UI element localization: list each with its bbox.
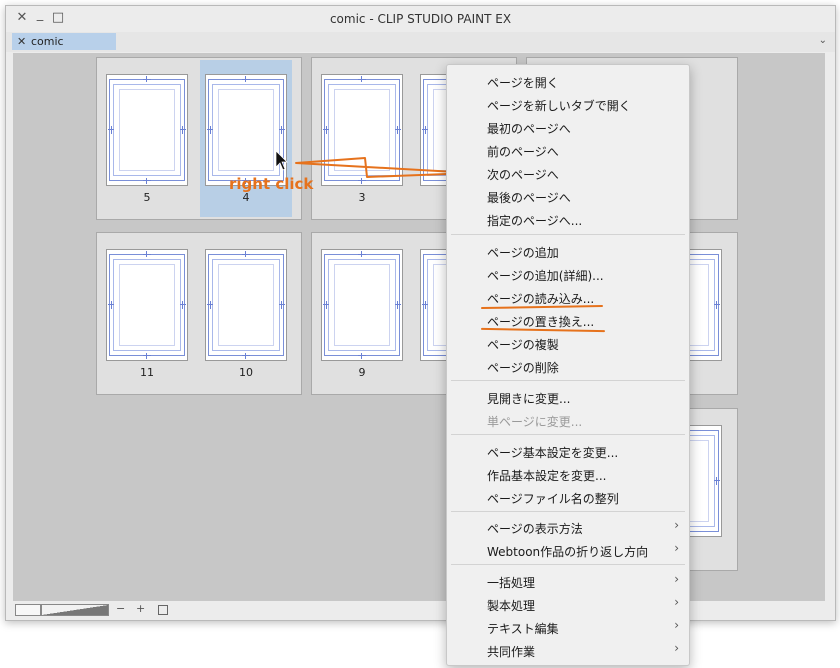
annotation-arrow <box>275 150 474 178</box>
submenu-chevron-icon: › <box>674 618 679 632</box>
submenu-chevron-icon: › <box>674 595 679 609</box>
zoom-slider-track[interactable] <box>15 604 41 616</box>
submenu-chevron-icon: › <box>674 572 679 586</box>
menu-separator <box>451 234 685 235</box>
menu-webtoon-direction[interactable]: Webtoon作品の折り返し方向 <box>487 543 648 560</box>
menu-work-settings[interactable]: 作品基本設定を変更... <box>487 467 606 484</box>
tab-bar: ✕ comic ⌄ <box>6 32 835 52</box>
menu-collaboration[interactable]: 共同作業 <box>487 643 535 660</box>
fit-view-icon[interactable] <box>158 605 168 615</box>
menu-sort-filenames[interactable]: ページファイル名の整列 <box>487 490 619 507</box>
submenu-chevron-icon: › <box>674 541 679 555</box>
menu-page-settings[interactable]: ページ基本設定を変更... <box>487 444 618 461</box>
menu-first-page[interactable]: 最初のページへ <box>487 120 571 137</box>
submenu-chevron-icon: › <box>674 641 679 655</box>
tab-comic[interactable]: ✕ comic <box>12 33 116 50</box>
menu-next-page[interactable]: 次のページへ <box>487 166 559 183</box>
menu-change-to-spread[interactable]: 見開きに変更... <box>487 390 570 407</box>
menu-binding-process[interactable]: 製本処理 <box>487 597 535 614</box>
right-click-annotation: right click <box>229 175 314 193</box>
menu-delete-page[interactable]: ページの削除 <box>487 359 559 376</box>
tab-close-icon[interactable]: ✕ <box>17 35 26 48</box>
zoom-in-button[interactable]: + <box>136 602 145 615</box>
menu-separator <box>451 434 685 435</box>
menu-separator <box>451 564 685 565</box>
page-manager-canvas[interactable]: 5 4 3 11 10 9 <box>13 53 825 601</box>
window-title: comic - CLIP STUDIO PAINT EX <box>329 12 512 26</box>
tab-menu-chevron-icon[interactable]: ⌄ <box>819 35 827 46</box>
menu-previous-page[interactable]: 前のページへ <box>487 143 559 160</box>
menu-page-display-method[interactable]: ページの表示方法 <box>487 520 583 537</box>
menu-separator <box>451 380 685 381</box>
menu-text-edit[interactable]: テキスト編集 <box>487 620 559 637</box>
zoom-slider[interactable] <box>41 604 109 616</box>
menu-change-to-single: 単ページに変更... <box>487 415 583 429</box>
menu-add-page-advanced[interactable]: ページの追加(詳細)... <box>487 267 604 284</box>
menu-open-page[interactable]: ページを開く <box>487 74 559 91</box>
menu-open-page-new-tab[interactable]: ページを新しいタブで開く <box>487 97 631 114</box>
tab-label: comic <box>31 35 64 48</box>
menu-go-to-page[interactable]: 指定のページへ... <box>487 212 582 229</box>
menu-add-page[interactable]: ページの追加 <box>487 244 559 261</box>
bottom-toolbar: − + <box>6 601 835 619</box>
app-window: ✕ _ □ comic - CLIP STUDIO PAINT EX ✕ com… <box>5 5 836 621</box>
menu-duplicate-page[interactable]: ページの複製 <box>487 336 559 353</box>
menu-separator <box>451 511 685 512</box>
menu-batch-process[interactable]: 一括処理 <box>487 574 535 591</box>
menu-last-page[interactable]: 最後のページへ <box>487 189 571 206</box>
submenu-chevron-icon: › <box>674 518 679 532</box>
title-bar: ✕ _ □ comic - CLIP STUDIO PAINT EX <box>6 6 835 32</box>
context-menu: ページを開く ページを新しいタブで開く 最初のページへ 前のページへ 次のページ… <box>446 64 690 666</box>
zoom-out-button[interactable]: − <box>116 602 125 615</box>
mouse-cursor-icon <box>275 150 288 171</box>
